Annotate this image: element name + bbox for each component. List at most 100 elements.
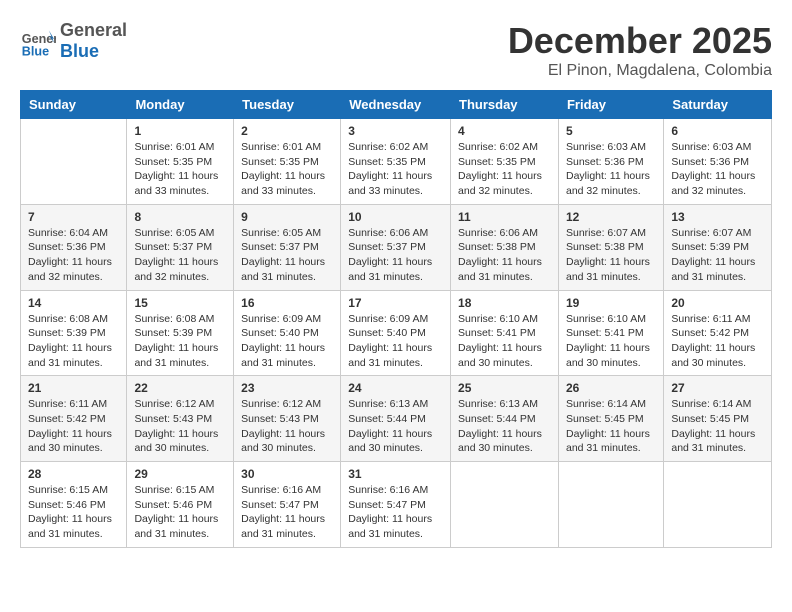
day-number: 28 — [28, 467, 119, 481]
calendar-cell: 26 Sunrise: 6:14 AM Sunset: 5:45 PM Dayli… — [558, 376, 663, 462]
day-info: Sunrise: 6:14 AM Sunset: 5:45 PM Dayligh… — [671, 397, 764, 456]
logo-general-text: General — [60, 20, 127, 40]
day-info: Sunrise: 6:05 AM Sunset: 5:37 PM Dayligh… — [241, 226, 333, 285]
day-number: 19 — [566, 296, 656, 310]
calendar-cell: 21 Sunrise: 6:11 AM Sunset: 5:42 PM Dayli… — [21, 376, 127, 462]
calendar-cell: 31 Sunrise: 6:16 AM Sunset: 5:47 PM Dayli… — [341, 462, 451, 548]
calendar-cell: 8 Sunrise: 6:05 AM Sunset: 5:37 PM Daylig… — [127, 204, 234, 290]
calendar-cell: 3 Sunrise: 6:02 AM Sunset: 5:35 PM Daylig… — [341, 119, 451, 205]
calendar-cell: 10 Sunrise: 6:06 AM Sunset: 5:37 PM Dayli… — [341, 204, 451, 290]
day-number: 20 — [671, 296, 764, 310]
day-number: 9 — [241, 210, 333, 224]
calendar-header: SundayMondayTuesdayWednesdayThursdayFrid… — [21, 91, 772, 119]
calendar-cell — [451, 462, 559, 548]
day-info: Sunrise: 6:05 AM Sunset: 5:37 PM Dayligh… — [134, 226, 226, 285]
day-number: 29 — [134, 467, 226, 481]
day-info: Sunrise: 6:10 AM Sunset: 5:41 PM Dayligh… — [566, 312, 656, 371]
header-day-thursday: Thursday — [451, 91, 559, 119]
day-info: Sunrise: 6:07 AM Sunset: 5:38 PM Dayligh… — [566, 226, 656, 285]
day-info: Sunrise: 6:08 AM Sunset: 5:39 PM Dayligh… — [134, 312, 226, 371]
header-day-tuesday: Tuesday — [234, 91, 341, 119]
header-day-wednesday: Wednesday — [341, 91, 451, 119]
day-number: 26 — [566, 381, 656, 395]
calendar-cell: 18Sunrise: 6:10 AM Sunset: 5:41 PM Dayli… — [451, 290, 559, 376]
calendar-cell — [21, 119, 127, 205]
day-number: 14 — [28, 296, 119, 310]
day-number: 1 — [134, 124, 226, 138]
day-info: Sunrise: 6:06 AM Sunset: 5:38 PM Dayligh… — [458, 226, 551, 285]
header-day-friday: Friday — [558, 91, 663, 119]
calendar-cell: 12 Sunrise: 6:07 AM Sunset: 5:38 PM Dayli… — [558, 204, 663, 290]
calendar-cell: 1Sunrise: 6:01 AM Sunset: 5:35 PM Daylig… — [127, 119, 234, 205]
day-info: Sunrise: 6:11 AM Sunset: 5:42 PM Dayligh… — [671, 312, 764, 371]
day-number: 30 — [241, 467, 333, 481]
day-info: Sunrise: 6:16 AM Sunset: 5:47 PM Dayligh… — [348, 483, 443, 542]
day-number: 12 — [566, 210, 656, 224]
calendar-cell: 5Sunrise: 6:03 AM Sunset: 5:36 PM Daylig… — [558, 119, 663, 205]
calendar-cell: 7 Sunrise: 6:04 AM Sunset: 5:36 PM Daylig… — [21, 204, 127, 290]
week-row-1: 1Sunrise: 6:01 AM Sunset: 5:35 PM Daylig… — [21, 119, 772, 205]
calendar-cell: 25Sunrise: 6:13 AM Sunset: 5:44 PM Dayli… — [451, 376, 559, 462]
header-day-sunday: Sunday — [21, 91, 127, 119]
calendar-cell: 11 Sunrise: 6:06 AM Sunset: 5:38 PM Dayli… — [451, 204, 559, 290]
day-number: 23 — [241, 381, 333, 395]
day-number: 3 — [348, 124, 443, 138]
calendar-cell: 4Sunrise: 6:02 AM Sunset: 5:35 PM Daylig… — [451, 119, 559, 205]
calendar-cell: 19 Sunrise: 6:10 AM Sunset: 5:41 PM Dayli… — [558, 290, 663, 376]
header-day-saturday: Saturday — [664, 91, 772, 119]
calendar-cell: 6 Sunrise: 6:03 AM Sunset: 5:36 PM Daylig… — [664, 119, 772, 205]
calendar-body: 1Sunrise: 6:01 AM Sunset: 5:35 PM Daylig… — [21, 119, 772, 548]
calendar-cell: 2Sunrise: 6:01 AM Sunset: 5:35 PM Daylig… — [234, 119, 341, 205]
header-row: SundayMondayTuesdayWednesdayThursdayFrid… — [21, 91, 772, 119]
calendar-cell: 14Sunrise: 6:08 AM Sunset: 5:39 PM Dayli… — [21, 290, 127, 376]
day-info: Sunrise: 6:09 AM Sunset: 5:40 PM Dayligh… — [241, 312, 333, 371]
calendar-cell: 23 Sunrise: 6:12 AM Sunset: 5:43 PM Dayli… — [234, 376, 341, 462]
day-number: 10 — [348, 210, 443, 224]
week-row-2: 7 Sunrise: 6:04 AM Sunset: 5:36 PM Daylig… — [21, 204, 772, 290]
calendar-cell: 29 Sunrise: 6:15 AM Sunset: 5:46 PM Dayli… — [127, 462, 234, 548]
day-info: Sunrise: 6:02 AM Sunset: 5:35 PM Dayligh… — [348, 140, 443, 199]
day-number: 7 — [28, 210, 119, 224]
day-info: Sunrise: 6:15 AM Sunset: 5:46 PM Dayligh… — [134, 483, 226, 542]
day-number: 31 — [348, 467, 443, 481]
calendar-cell: 30Sunrise: 6:16 AM Sunset: 5:47 PM Dayli… — [234, 462, 341, 548]
day-info: Sunrise: 6:04 AM Sunset: 5:36 PM Dayligh… — [28, 226, 119, 285]
day-number: 24 — [348, 381, 443, 395]
day-info: Sunrise: 6:12 AM Sunset: 5:43 PM Dayligh… — [134, 397, 226, 456]
day-number: 13 — [671, 210, 764, 224]
logo-icon: General Blue — [20, 23, 56, 59]
day-info: Sunrise: 6:02 AM Sunset: 5:35 PM Dayligh… — [458, 140, 551, 199]
calendar-cell: 20 Sunrise: 6:11 AM Sunset: 5:42 PM Dayli… — [664, 290, 772, 376]
day-number: 11 — [458, 210, 551, 224]
day-info: Sunrise: 6:06 AM Sunset: 5:37 PM Dayligh… — [348, 226, 443, 285]
day-info: Sunrise: 6:07 AM Sunset: 5:39 PM Dayligh… — [671, 226, 764, 285]
calendar-cell: 13 Sunrise: 6:07 AM Sunset: 5:39 PM Dayli… — [664, 204, 772, 290]
calendar-cell — [664, 462, 772, 548]
day-number: 27 — [671, 381, 764, 395]
logo-blue-text: Blue — [60, 41, 99, 61]
title-area: December 2025 El Pinon, Magdalena, Colom… — [508, 20, 772, 80]
calendar-cell: 28 Sunrise: 6:15 AM Sunset: 5:46 PM Dayli… — [21, 462, 127, 548]
day-info: Sunrise: 6:03 AM Sunset: 5:36 PM Dayligh… — [671, 140, 764, 199]
calendar-cell: 27 Sunrise: 6:14 AM Sunset: 5:45 PM Dayli… — [664, 376, 772, 462]
day-number: 2 — [241, 124, 333, 138]
day-number: 8 — [134, 210, 226, 224]
day-info: Sunrise: 6:03 AM Sunset: 5:36 PM Dayligh… — [566, 140, 656, 199]
day-info: Sunrise: 6:14 AM Sunset: 5:45 PM Dayligh… — [566, 397, 656, 456]
calendar-cell: 16 Sunrise: 6:09 AM Sunset: 5:40 PM Dayli… — [234, 290, 341, 376]
day-info: Sunrise: 6:13 AM Sunset: 5:44 PM Dayligh… — [348, 397, 443, 456]
day-number: 21 — [28, 381, 119, 395]
header-day-monday: Monday — [127, 91, 234, 119]
day-info: Sunrise: 6:10 AM Sunset: 5:41 PM Dayligh… — [458, 312, 551, 371]
day-info: Sunrise: 6:11 AM Sunset: 5:42 PM Dayligh… — [28, 397, 119, 456]
day-info: Sunrise: 6:12 AM Sunset: 5:43 PM Dayligh… — [241, 397, 333, 456]
calendar-table: SundayMondayTuesdayWednesdayThursdayFrid… — [20, 90, 772, 548]
calendar-cell: 22Sunrise: 6:12 AM Sunset: 5:43 PM Dayli… — [127, 376, 234, 462]
day-number: 17 — [348, 296, 443, 310]
week-row-5: 28 Sunrise: 6:15 AM Sunset: 5:46 PM Dayli… — [21, 462, 772, 548]
day-info: Sunrise: 6:13 AM Sunset: 5:44 PM Dayligh… — [458, 397, 551, 456]
day-info: Sunrise: 6:15 AM Sunset: 5:46 PM Dayligh… — [28, 483, 119, 542]
day-number: 16 — [241, 296, 333, 310]
svg-text:Blue: Blue — [22, 44, 49, 58]
day-number: 6 — [671, 124, 764, 138]
